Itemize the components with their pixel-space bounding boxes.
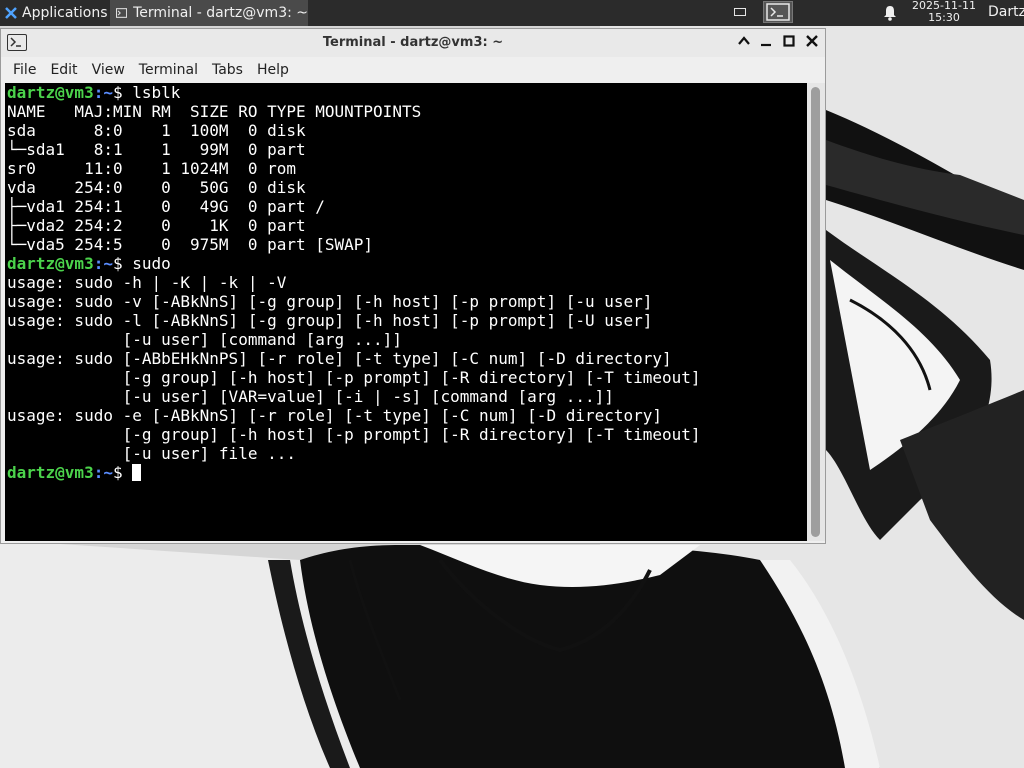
command-line: sudo	[132, 254, 171, 273]
chevron-up-icon[interactable]	[735, 34, 753, 52]
text-cursor	[132, 464, 142, 481]
menu-bar: File Edit View Terminal Tabs Help	[1, 57, 825, 83]
terminal-content: dartz@vm3:~$ lsblk NAME MAJ:MIN RM SIZE …	[5, 83, 807, 482]
minimize-window-icon[interactable]	[734, 8, 746, 16]
command-line: lsblk	[132, 83, 181, 102]
user-menu[interactable]: Dartz	[988, 4, 1024, 20]
window-titlebar[interactable]: Terminal - dartz@vm3: ~	[1, 29, 825, 57]
window-title: Terminal - dartz@vm3: ~	[322, 35, 504, 50]
terminal-window: Terminal - dartz@vm3: ~ File Edit View T…	[0, 28, 826, 544]
prompt-user: dartz@vm3	[7, 254, 94, 273]
sudo-usage-output: usage: sudo -h | -K | -k | -V usage: sud…	[7, 273, 701, 463]
prompt-user: dartz@vm3	[7, 463, 94, 482]
panel-clock[interactable]: 2025-11-11 15:30	[906, 0, 982, 24]
prompt-path: :~	[93, 83, 113, 102]
taskbar-terminal-label: Terminal - dartz@vm3: ~	[133, 5, 308, 21]
applications-label: Applications	[22, 5, 108, 21]
close-icon[interactable]	[803, 34, 821, 52]
prompt-user: dartz@vm3	[7, 83, 94, 102]
prompt-path: :~	[93, 463, 113, 482]
terminal-scrollbar[interactable]	[807, 83, 825, 541]
prompt-path: :~	[93, 254, 113, 273]
prompt-symbol: $	[112, 83, 133, 102]
terminal-output-area[interactable]: dartz@vm3:~$ lsblk NAME MAJ:MIN RM SIZE …	[5, 83, 807, 541]
bell-icon[interactable]	[882, 4, 898, 22]
prompt-symbol: $	[112, 254, 133, 273]
menu-terminal[interactable]: Terminal	[139, 62, 198, 78]
prompt-symbol: $	[112, 463, 133, 482]
terminal-icon	[116, 8, 128, 18]
menu-edit[interactable]: Edit	[50, 62, 77, 78]
scrollbar-thumb[interactable]	[811, 87, 820, 537]
menu-view[interactable]: View	[92, 62, 125, 78]
menu-help[interactable]: Help	[257, 62, 289, 78]
minimize-icon[interactable]	[757, 34, 775, 52]
clock-time: 15:30	[928, 11, 960, 24]
applications-icon	[5, 7, 17, 19]
menu-tabs[interactable]: Tabs	[212, 62, 243, 78]
applications-menu[interactable]: Applications ⋮	[0, 0, 128, 26]
menu-file[interactable]: File	[13, 62, 36, 78]
taskbar-terminal-button[interactable]: Terminal - dartz@vm3: ~	[110, 0, 308, 26]
terminal-indicator-icon[interactable]	[763, 1, 793, 23]
maximize-icon[interactable]	[780, 34, 798, 52]
lsblk-output: NAME MAJ:MIN RM SIZE RO TYPE MOUNTPOINTS…	[7, 102, 422, 254]
top-panel: Applications ⋮ Terminal - dartz@vm3: ~ 2…	[0, 0, 1024, 26]
